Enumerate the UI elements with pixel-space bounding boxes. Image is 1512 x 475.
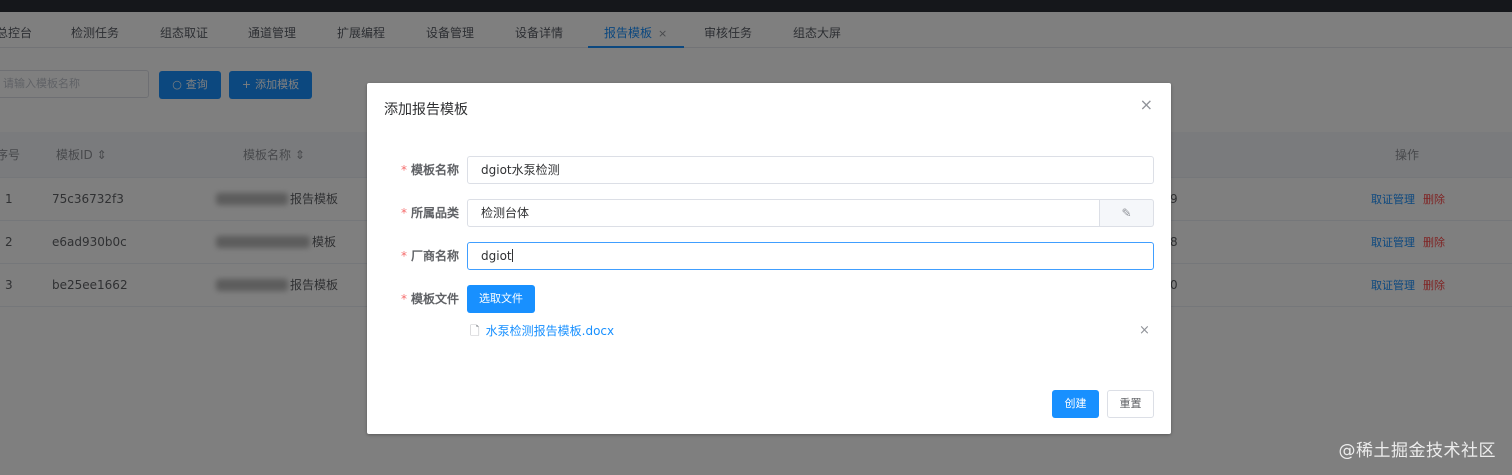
required-mark: *: [400, 292, 407, 306]
template-file-label: * 模板文件: [367, 285, 459, 313]
required-mark: *: [400, 163, 407, 177]
label-text: 模板名称: [410, 163, 459, 177]
template-name-input[interactable]: dgiot水泵检测: [467, 156, 1154, 184]
uploaded-file-item[interactable]: 🗋 水泵检测报告模板.docx: [470, 321, 614, 341]
vendor-input[interactable]: dgiot: [467, 242, 1154, 270]
close-icon[interactable]: ×: [1140, 97, 1153, 113]
template-name-label: * 模板名称: [367, 156, 459, 184]
vendor-value: dgiot: [481, 249, 512, 263]
file-name[interactable]: 水泵检测报告模板.docx: [486, 324, 614, 338]
remove-file-icon[interactable]: ×: [1139, 321, 1150, 341]
vendor-label: * 厂商名称: [367, 242, 459, 270]
required-mark: *: [400, 249, 407, 263]
select-file-button[interactable]: 选取文件: [467, 285, 535, 313]
create-button[interactable]: 创建: [1052, 390, 1099, 418]
watermark: @稀土掘金技术社区: [1338, 441, 1496, 461]
edit-icon[interactable]: ✎: [1100, 199, 1154, 227]
label-text: 模板文件: [410, 292, 459, 306]
reset-button[interactable]: 重置: [1107, 390, 1154, 418]
text-caret: [511, 249, 513, 262]
document-icon: 🗋: [470, 324, 480, 338]
label-text: 所属品类: [410, 206, 459, 220]
required-mark: *: [400, 206, 407, 220]
category-label: * 所属品类: [367, 199, 459, 227]
category-input[interactable]: 检测台体: [467, 199, 1100, 227]
dialog-title: 添加报告模板: [384, 102, 468, 118]
label-text: 厂商名称: [410, 249, 459, 263]
add-report-template-dialog: 添加报告模板 × * 模板名称 dgiot水泵检测 * 所属品类 检测台体 ✎ * 厂…: [367, 83, 1171, 434]
